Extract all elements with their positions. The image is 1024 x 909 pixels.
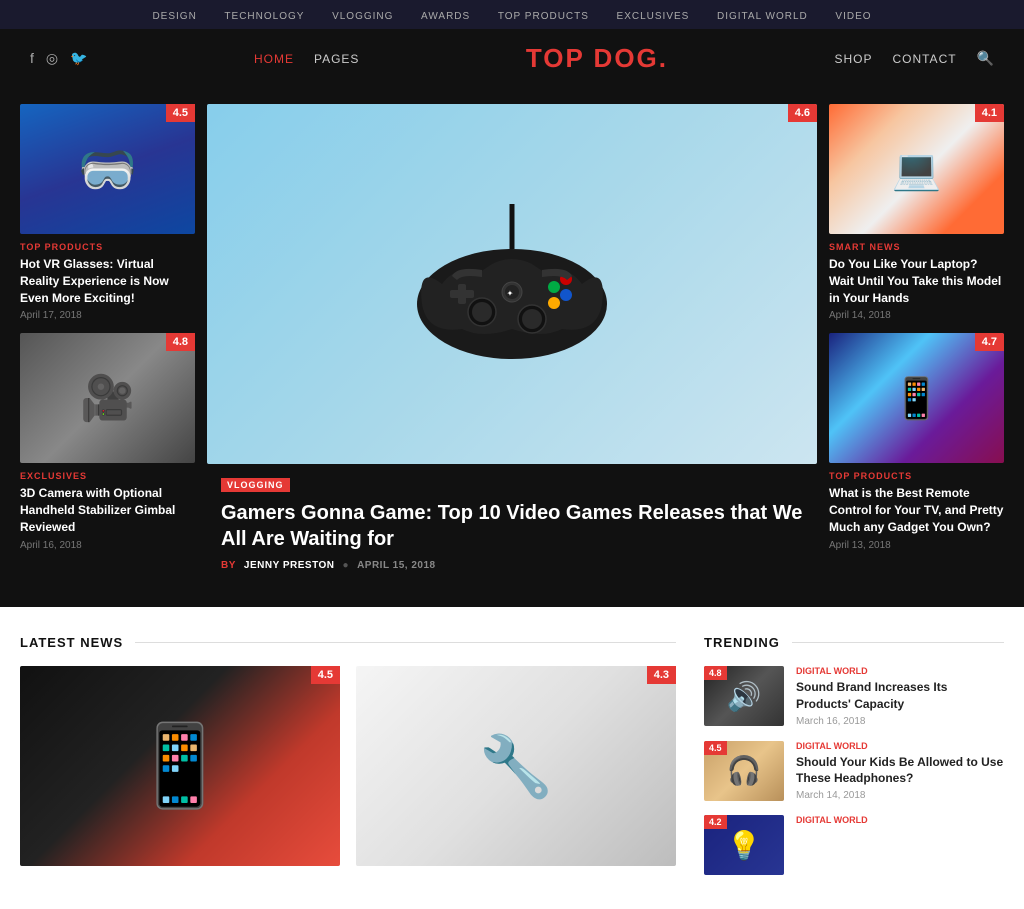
feature-author: Jenny Preston bbox=[244, 560, 335, 571]
topnav-video[interactable]: Video bbox=[835, 11, 871, 22]
facebook-link[interactable]: f bbox=[30, 50, 34, 67]
hero-left-column: 🥽 4.5 Top Products Hot VR Glasses: Virtu… bbox=[20, 104, 195, 587]
hero-right-card-1[interactable]: 💻 4.1 Smart News Do You Like Your Laptop… bbox=[829, 104, 1004, 321]
search-icon[interactable]: 🔍 bbox=[977, 50, 994, 67]
main-nav-right: Shop Contact 🔍 bbox=[834, 50, 994, 67]
trending-item-3[interactable]: 4.2 💡 Digital World bbox=[704, 815, 1004, 875]
trending-date-2: March 14, 2018 bbox=[796, 790, 1004, 801]
trending-info-3: Digital World bbox=[796, 815, 868, 828]
right-badge-2: 4.7 bbox=[975, 333, 1004, 351]
topnav-top-products[interactable]: Top Products bbox=[498, 11, 589, 22]
right-date-2: April 13, 2018 bbox=[829, 540, 1004, 551]
latest-news-section: Latest News 📱 4.5 🔧 4.3 bbox=[20, 635, 676, 889]
right-title-1: Do You Like Your Laptop? Wait Until You … bbox=[829, 256, 1004, 306]
right-badge-1: 4.1 bbox=[975, 104, 1004, 122]
site-logo[interactable]: TOP DOG. bbox=[526, 43, 668, 74]
card-date-2: April 16, 2018 bbox=[20, 540, 195, 551]
topnav-technology[interactable]: Technology bbox=[224, 11, 304, 22]
latest-card-1[interactable]: 📱 4.5 bbox=[20, 666, 340, 866]
right-title-2: What is the Best Remote Control for Your… bbox=[829, 485, 1004, 535]
social-links: f ◎ 🐦 bbox=[30, 50, 88, 67]
trending-badge-3: 4.2 bbox=[704, 815, 727, 829]
trending-title: Trending bbox=[704, 635, 1004, 650]
latest-news-title: Latest News bbox=[20, 635, 676, 650]
card-title-1: Hot VR Glasses: Virtual Reality Experien… bbox=[20, 256, 195, 306]
card-date-1: April 17, 2018 bbox=[20, 310, 195, 321]
site-header: f ◎ 🐦 Home Pages TOP DOG. Shop Contact 🔍 bbox=[0, 29, 1024, 88]
trending-title-2: Should Your Kids Be Allowed to Use These… bbox=[796, 754, 1004, 788]
feature-badge: 4.6 bbox=[788, 104, 817, 122]
main-content: Latest News 📱 4.5 🔧 4.3 Trending 4. bbox=[0, 607, 1024, 909]
logo-text: TOP DOG bbox=[526, 43, 659, 73]
feature-author-label: By bbox=[221, 560, 236, 571]
card-category-2: Exclusives bbox=[20, 471, 195, 481]
logo-dot: . bbox=[659, 43, 668, 73]
card-badge-2: 4.8 bbox=[166, 333, 195, 351]
hero-right-column: 💻 4.1 Smart News Do You Like Your Laptop… bbox=[829, 104, 1004, 587]
latest-badge-2: 4.3 bbox=[647, 666, 676, 684]
trending-date-1: March 16, 2018 bbox=[796, 716, 1004, 727]
hero-feature[interactable]: ✦ 4.6 Vlogging Gamers Gonna Game: Top 10… bbox=[207, 104, 817, 587]
latest-news-grid: 📱 4.5 🔧 4.3 bbox=[20, 666, 676, 866]
hero-section: 🥽 4.5 Top Products Hot VR Glasses: Virtu… bbox=[0, 88, 1024, 607]
trending-cat-1: Digital World bbox=[796, 666, 1004, 676]
nav-shop[interactable]: Shop bbox=[834, 52, 872, 66]
topnav-vlogging[interactable]: Vlogging bbox=[332, 11, 393, 22]
hero-left-card-2[interactable]: 🎥 4.8 Exclusives 3D Camera with Optional… bbox=[20, 333, 195, 550]
right-category-1: Smart News bbox=[829, 242, 1004, 252]
trending-badge-2: 4.5 bbox=[704, 741, 727, 755]
feature-meta: By Jenny Preston ● April 15, 2018 bbox=[221, 560, 803, 571]
right-category-2: Top Products bbox=[829, 471, 1004, 481]
trending-title-1: Sound Brand Increases Its Products' Capa… bbox=[796, 679, 1004, 713]
topnav-design[interactable]: Design bbox=[152, 11, 196, 22]
feature-category: Vlogging bbox=[221, 478, 290, 492]
svg-text:✦: ✦ bbox=[507, 289, 514, 298]
trending-thumb-1: 4.8 🔊 bbox=[704, 666, 784, 726]
trending-item-2[interactable]: 4.5 🎧 Digital World Should Your Kids Be … bbox=[704, 741, 1004, 802]
nav-home[interactable]: Home bbox=[254, 52, 294, 66]
feature-title: Gamers Gonna Game: Top 10 Video Games Re… bbox=[221, 500, 803, 552]
nav-contact[interactable]: Contact bbox=[892, 52, 956, 66]
topnav-digital-world[interactable]: Digital World bbox=[717, 11, 808, 22]
trending-cat-2: Digital World bbox=[796, 741, 1004, 751]
card-title-2: 3D Camera with Optional Handheld Stabili… bbox=[20, 485, 195, 535]
hero-left-card-1[interactable]: 🥽 4.5 Top Products Hot VR Glasses: Virtu… bbox=[20, 104, 195, 321]
trending-item-1[interactable]: 4.8 🔊 Digital World Sound Brand Increase… bbox=[704, 666, 1004, 727]
topnav-exclusives[interactable]: Exclusives bbox=[617, 11, 690, 22]
controller-illustration: ✦ bbox=[402, 194, 622, 374]
twitter-link[interactable]: 🐦 bbox=[70, 50, 87, 67]
right-date-1: April 14, 2018 bbox=[829, 310, 1004, 321]
latest-card-2[interactable]: 🔧 4.3 bbox=[356, 666, 676, 866]
card-badge-1: 4.5 bbox=[166, 104, 195, 122]
latest-badge-1: 4.5 bbox=[311, 666, 340, 684]
topnav-awards[interactable]: Awards bbox=[421, 11, 470, 22]
trending-section: Trending 4.8 🔊 Digital World Sound Brand… bbox=[704, 635, 1004, 889]
main-nav-left: Home Pages bbox=[254, 52, 359, 66]
trending-thumb-2: 4.5 🎧 bbox=[704, 741, 784, 801]
trending-thumb-3: 4.2 💡 bbox=[704, 815, 784, 875]
nav-pages[interactable]: Pages bbox=[314, 52, 359, 66]
feature-dot: ● bbox=[343, 560, 350, 571]
trending-badge-1: 4.8 bbox=[704, 666, 727, 680]
top-navigation: Design Technology Vlogging Awards Top Pr… bbox=[0, 0, 1024, 29]
card-category-1: Top Products bbox=[20, 242, 195, 252]
trending-info-2: Digital World Should Your Kids Be Allowe… bbox=[796, 741, 1004, 802]
trending-cat-3: Digital World bbox=[796, 815, 868, 825]
instagram-link[interactable]: ◎ bbox=[46, 50, 58, 67]
trending-info-1: Digital World Sound Brand Increases Its … bbox=[796, 666, 1004, 727]
feature-date: April 15, 2018 bbox=[357, 560, 436, 571]
hero-right-card-2[interactable]: 📱 4.7 Top Products What is the Best Remo… bbox=[829, 333, 1004, 550]
